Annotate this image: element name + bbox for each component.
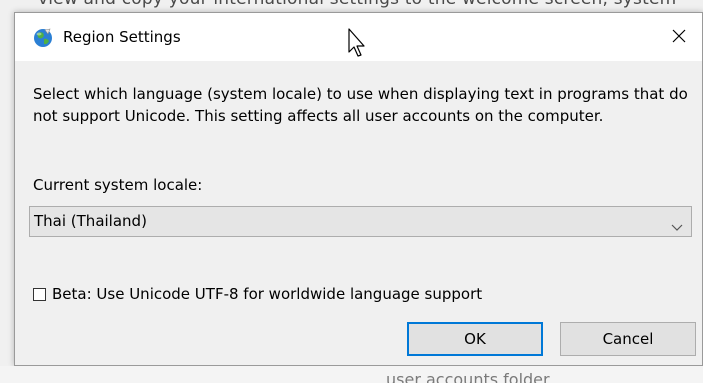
selected-locale-value: Thai (Thailand) [34,212,147,230]
close-button[interactable] [656,13,702,61]
region-settings-dialog: Region Settings Select which language (s… [14,12,703,366]
utf8-beta-label[interactable]: Beta: Use Unicode UTF-8 for worldwide la… [52,285,482,303]
desktop-screen: view and copy your international setting… [0,0,703,383]
system-locale-select[interactable]: Thai (Thailand) [29,206,692,237]
mouse-cursor-icon [348,28,370,60]
current-locale-label: Current system locale: [33,176,203,194]
cancel-button[interactable]: Cancel [560,322,696,356]
close-icon [672,28,686,47]
chevron-down-icon [671,217,683,231]
background-window-bottom-text: user accounts folder [386,370,550,383]
globe-region-icon [33,28,53,48]
utf8-beta-checkbox[interactable] [33,287,46,301]
utf8-beta-option[interactable]: Beta: Use Unicode UTF-8 for worldwide la… [33,284,482,304]
background-window-text: view and copy your international setting… [38,0,676,9]
ok-button[interactable]: OK [407,322,543,356]
dialog-title: Region Settings [63,28,181,46]
locale-description: Select which language (system locale) to… [33,85,688,125]
background-window-strip [0,366,703,383]
